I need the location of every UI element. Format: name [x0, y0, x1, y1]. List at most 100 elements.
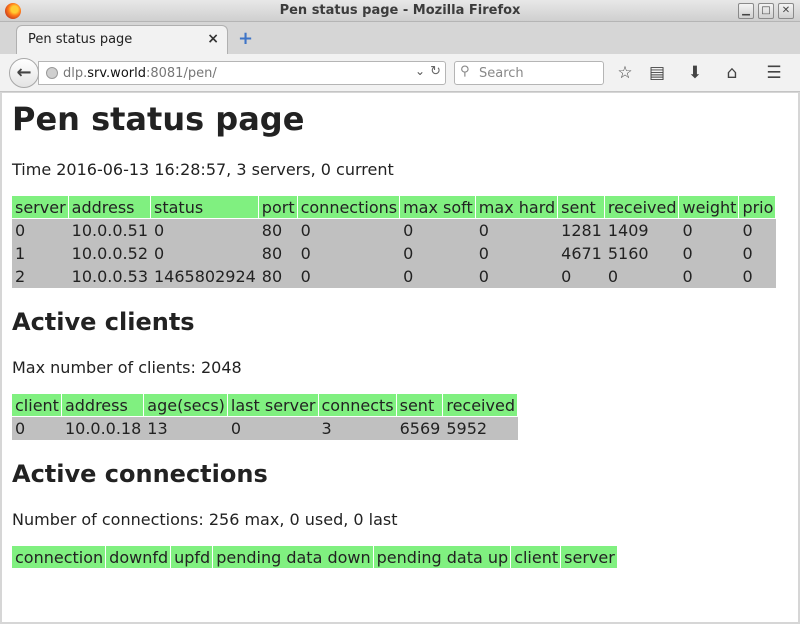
- active-clients-heading: Active clients: [12, 308, 195, 336]
- column-header: server: [560, 545, 618, 569]
- table-cell: 0: [399, 241, 476, 265]
- table-cell: 0: [399, 264, 476, 288]
- table-cell: 0: [678, 218, 740, 242]
- table-cell: 0: [296, 218, 401, 242]
- url-bar[interactable]: dlp.srv.world:8081/pen/ ⌄ ↻: [38, 61, 446, 85]
- table-cell: 0: [474, 241, 559, 265]
- column-header: received: [603, 195, 680, 219]
- column-header: sent: [395, 393, 444, 417]
- table-cell: 1465802924: [150, 264, 259, 288]
- table-cell: 4671: [557, 241, 605, 265]
- search-icon: ⚲: [460, 64, 470, 79]
- table-row: 2 10.0.0.53 1465802924 80 0 0 0 0 0 0 0: [12, 264, 777, 288]
- reload-icon[interactable]: ↻: [430, 64, 441, 79]
- table-cell: 0: [150, 218, 259, 242]
- table-cell: 0: [150, 241, 259, 265]
- nav-toolbar: dlp.srv.world:8081/pen/ ⌄ ↻ ← ⚲ ☆ ▤ ⬇ ⌂ …: [0, 54, 800, 92]
- column-header: connections: [296, 195, 401, 219]
- servers-table: server address status port connections max so…: [12, 195, 777, 288]
- column-header: address: [60, 393, 145, 417]
- column-header: upfd: [170, 545, 214, 569]
- table-cell: 5952: [442, 416, 518, 440]
- table-row: 0 10.0.0.18 13 0 3 6569 5952: [12, 416, 518, 440]
- column-header: max hard: [474, 195, 559, 219]
- column-header: sent: [557, 195, 605, 219]
- tab-pen-status[interactable]: Pen status page ×: [16, 25, 228, 54]
- clients-table: client address age(secs) last server connect…: [12, 393, 518, 440]
- globe-icon: [46, 67, 58, 79]
- table-cell: 0: [474, 264, 559, 288]
- close-window-button[interactable]: ✕: [778, 3, 794, 19]
- table-cell: 0: [738, 264, 777, 288]
- column-header: pending data up: [372, 545, 512, 569]
- column-header: client: [12, 393, 62, 417]
- table-cell: 0: [399, 218, 476, 242]
- table-cell: 10.0.0.51: [67, 218, 152, 242]
- table-row: 0 10.0.0.51 0 80 0 0 0 1281 1409 0 0: [12, 218, 777, 242]
- table-cell: 1409: [603, 218, 680, 242]
- column-header: client: [510, 545, 562, 569]
- back-arrow-icon: ←: [16, 62, 32, 83]
- table-cell: 2: [12, 264, 69, 288]
- home-icon[interactable]: ⌂: [721, 63, 743, 83]
- table-cell: 1281: [557, 218, 605, 242]
- column-header: connection: [12, 545, 107, 569]
- table-cell: 10.0.0.52: [67, 241, 152, 265]
- tab-label: Pen status page: [28, 32, 133, 47]
- minimize-button[interactable]: ▁: [738, 3, 754, 19]
- new-tab-icon[interactable]: +: [238, 28, 253, 49]
- table-cell: 0: [678, 264, 740, 288]
- table-cell: 3: [317, 416, 397, 440]
- maximize-button[interactable]: □: [758, 3, 774, 19]
- table-cell: 0: [296, 241, 401, 265]
- table-cell: 0: [557, 264, 605, 288]
- back-button[interactable]: ←: [9, 58, 39, 88]
- table-cell: 0: [603, 264, 680, 288]
- connections-table: connection downfd upfd pending data down pen…: [12, 545, 618, 569]
- search-input[interactable]: [479, 65, 599, 82]
- table-cell: 1: [12, 241, 69, 265]
- column-header: weight: [678, 195, 740, 219]
- active-connections-heading: Active connections: [12, 460, 268, 488]
- column-header: last server: [226, 393, 319, 417]
- table-cell: 10.0.0.18: [60, 416, 145, 440]
- table-cell: 80: [257, 218, 298, 242]
- reading-list-icon[interactable]: ▤: [646, 63, 668, 83]
- download-icon[interactable]: ⬇: [684, 63, 706, 83]
- table-cell: 0: [226, 416, 319, 440]
- column-header: prio: [738, 195, 777, 219]
- table-cell: 0: [296, 264, 401, 288]
- column-header: status: [150, 195, 259, 219]
- page-title: Pen status page: [12, 100, 305, 138]
- column-header: address: [67, 195, 152, 219]
- search-box[interactable]: ⚲: [454, 61, 604, 85]
- table-cell: 0: [12, 218, 69, 242]
- time-status-line: Time 2016-06-13 16:28:57, 3 servers, 0 c…: [12, 160, 394, 179]
- bookmark-star-icon[interactable]: ☆: [614, 63, 636, 83]
- table-cell: 0: [678, 241, 740, 265]
- table-cell: 80: [257, 241, 298, 265]
- connections-line: Number of connections: 256 max, 0 used, …: [12, 510, 398, 529]
- dropdown-arrow-icon[interactable]: ⌄: [415, 64, 425, 78]
- table-cell: 5160: [603, 241, 680, 265]
- column-header: age(secs): [143, 393, 228, 417]
- column-header: connects: [317, 393, 397, 417]
- table-cell: 0: [474, 218, 559, 242]
- table-cell: 10.0.0.53: [67, 264, 152, 288]
- table-cell: 0: [738, 218, 777, 242]
- table-cell: 80: [257, 264, 298, 288]
- hamburger-menu-icon[interactable]: ☰: [763, 63, 785, 83]
- tab-bar: Pen status page × +: [0, 22, 800, 54]
- window-titlebar: Pen status page - Mozilla Firefox ▁ □ ✕: [0, 0, 800, 22]
- column-header: port: [257, 195, 298, 219]
- column-header: downfd: [105, 545, 172, 569]
- url-text[interactable]: dlp.srv.world:8081/pen/: [63, 66, 217, 81]
- table-cell: 13: [143, 416, 228, 440]
- column-header: received: [442, 393, 518, 417]
- column-header: server: [12, 195, 69, 219]
- table-row: 1 10.0.0.52 0 80 0 0 0 4671 5160 0 0: [12, 241, 777, 265]
- column-header: max soft: [399, 195, 476, 219]
- tab-close-icon[interactable]: ×: [207, 31, 219, 47]
- max-clients-line: Max number of clients: 2048: [12, 358, 242, 377]
- window-title: Pen status page - Mozilla Firefox: [279, 3, 521, 18]
